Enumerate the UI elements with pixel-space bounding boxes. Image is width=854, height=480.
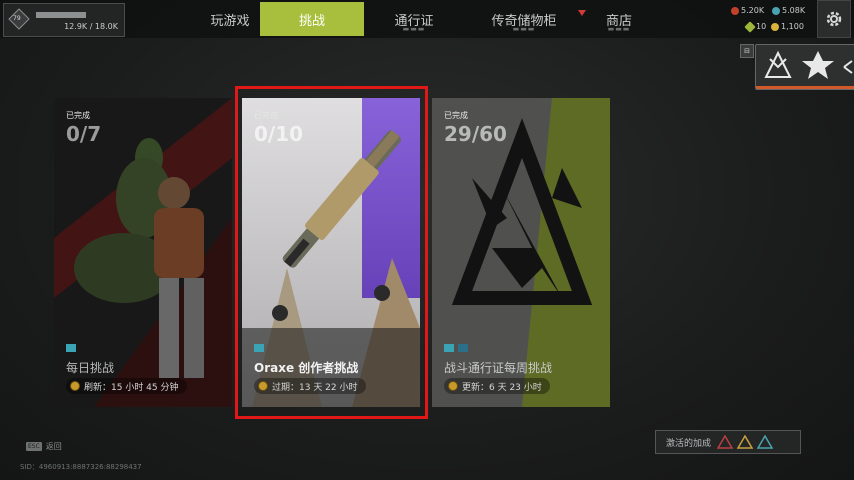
badge-accent (756, 86, 854, 89)
apex-coins-icon (771, 22, 779, 31)
settings-button[interactable] (817, 0, 851, 38)
badge-panel[interactable] (755, 44, 854, 90)
legend-tokens-icon (744, 20, 756, 33)
challenge-card-daily[interactable]: 已完成 0/7 每日挑战 刷新：15 小时 45 分钟 (54, 98, 232, 407)
player-name-bar (36, 12, 86, 18)
crafting-metals[interactable]: 5.20K (731, 6, 764, 15)
tab-indicator: ▬▬▬ (512, 25, 536, 33)
crafting-metals-icon (731, 6, 739, 15)
tab-label: 挑战 (298, 13, 325, 29)
tab-legend-locker[interactable]: 传奇储物柜 ▬▬▬ (464, 2, 586, 36)
challenge-timer: 更新：6 天 23 小时 (444, 378, 550, 394)
player-level: 79 (13, 15, 21, 22)
challenge-tag (444, 344, 454, 352)
tab-indicator: ▬▬▬ (402, 25, 426, 33)
tab-play[interactable]: 玩游戏 (200, 2, 260, 36)
completed-label: 已完成 (66, 111, 90, 120)
legend-tokens[interactable]: 10 (744, 20, 767, 33)
legend-tokens-value: 10 (756, 22, 767, 31)
tab-store[interactable]: 商店 ▬▬▬ (584, 2, 654, 36)
player-xp: 12.9K / 18.0K (64, 22, 118, 31)
selected-card-highlight (235, 86, 428, 419)
challenge-tag-secondary (458, 344, 468, 352)
challenge-progress: 0/7 (66, 122, 102, 146)
apex-packs-value: 5.08K (782, 6, 806, 15)
session-id: SID：4960913:8887326:88298437 (20, 463, 142, 471)
top-bar: 79 12.9K / 18.0K 玩游戏 挑战 通行证 ▬▬▬ 传奇储物柜 ▬▬… (0, 0, 854, 38)
challenge-tag (66, 344, 76, 352)
player-card[interactable]: 79 12.9K / 18.0K (3, 3, 125, 37)
challenge-timer: 刷新：15 小时 45 分钟 (66, 378, 187, 394)
challenge-card-weekly[interactable]: 已完成 29/60 战斗通行证每周挑战 更新：6 天 23 小时 (432, 98, 610, 407)
apex-packs[interactable]: 5.08K (772, 6, 805, 15)
tab-battle-pass[interactable]: 通行证 ▬▬▬ (364, 2, 464, 36)
active-boosts-button[interactable]: 激活的加成 (655, 430, 801, 454)
tab-label: 玩游戏 (210, 13, 250, 29)
gear-icon (826, 11, 842, 27)
challenge-title: 每日挑战 (66, 361, 115, 375)
badge-toggle-icon[interactable]: ⊟ (740, 44, 754, 58)
completed-label: 已完成 (444, 111, 468, 120)
active-boosts-label: 激活的加成 (666, 438, 712, 449)
clock-icon (448, 381, 458, 391)
crafting-metals-value: 5.20K (741, 6, 765, 15)
apex-coins[interactable]: 1,100 (771, 22, 804, 31)
timer-text: 刷新：15 小时 45 分钟 (84, 382, 179, 393)
tab-indicator: ▬▬▬ (607, 25, 631, 33)
main-tabs: 玩游戏 挑战 通行证 ▬▬▬ 传奇储物柜 ▬▬▬ 商店 ▬▬▬ (200, 2, 654, 38)
badge-icons (764, 50, 853, 79)
esc-key-icon: ESC (26, 442, 42, 451)
back-button[interactable]: ESC 返回 (26, 441, 62, 452)
boost-icons (717, 435, 774, 449)
apex-packs-icon (772, 6, 780, 15)
back-label: 返回 (45, 442, 62, 451)
challenge-title: 战斗通行证每周挑战 (444, 361, 553, 375)
tab-challenges[interactable]: 挑战 (260, 2, 364, 36)
apex-coins-value: 1,100 (781, 22, 804, 31)
challenge-progress: 29/60 (444, 122, 507, 146)
timer-text: 更新：6 天 23 小时 (462, 382, 542, 393)
clock-icon (70, 381, 80, 391)
